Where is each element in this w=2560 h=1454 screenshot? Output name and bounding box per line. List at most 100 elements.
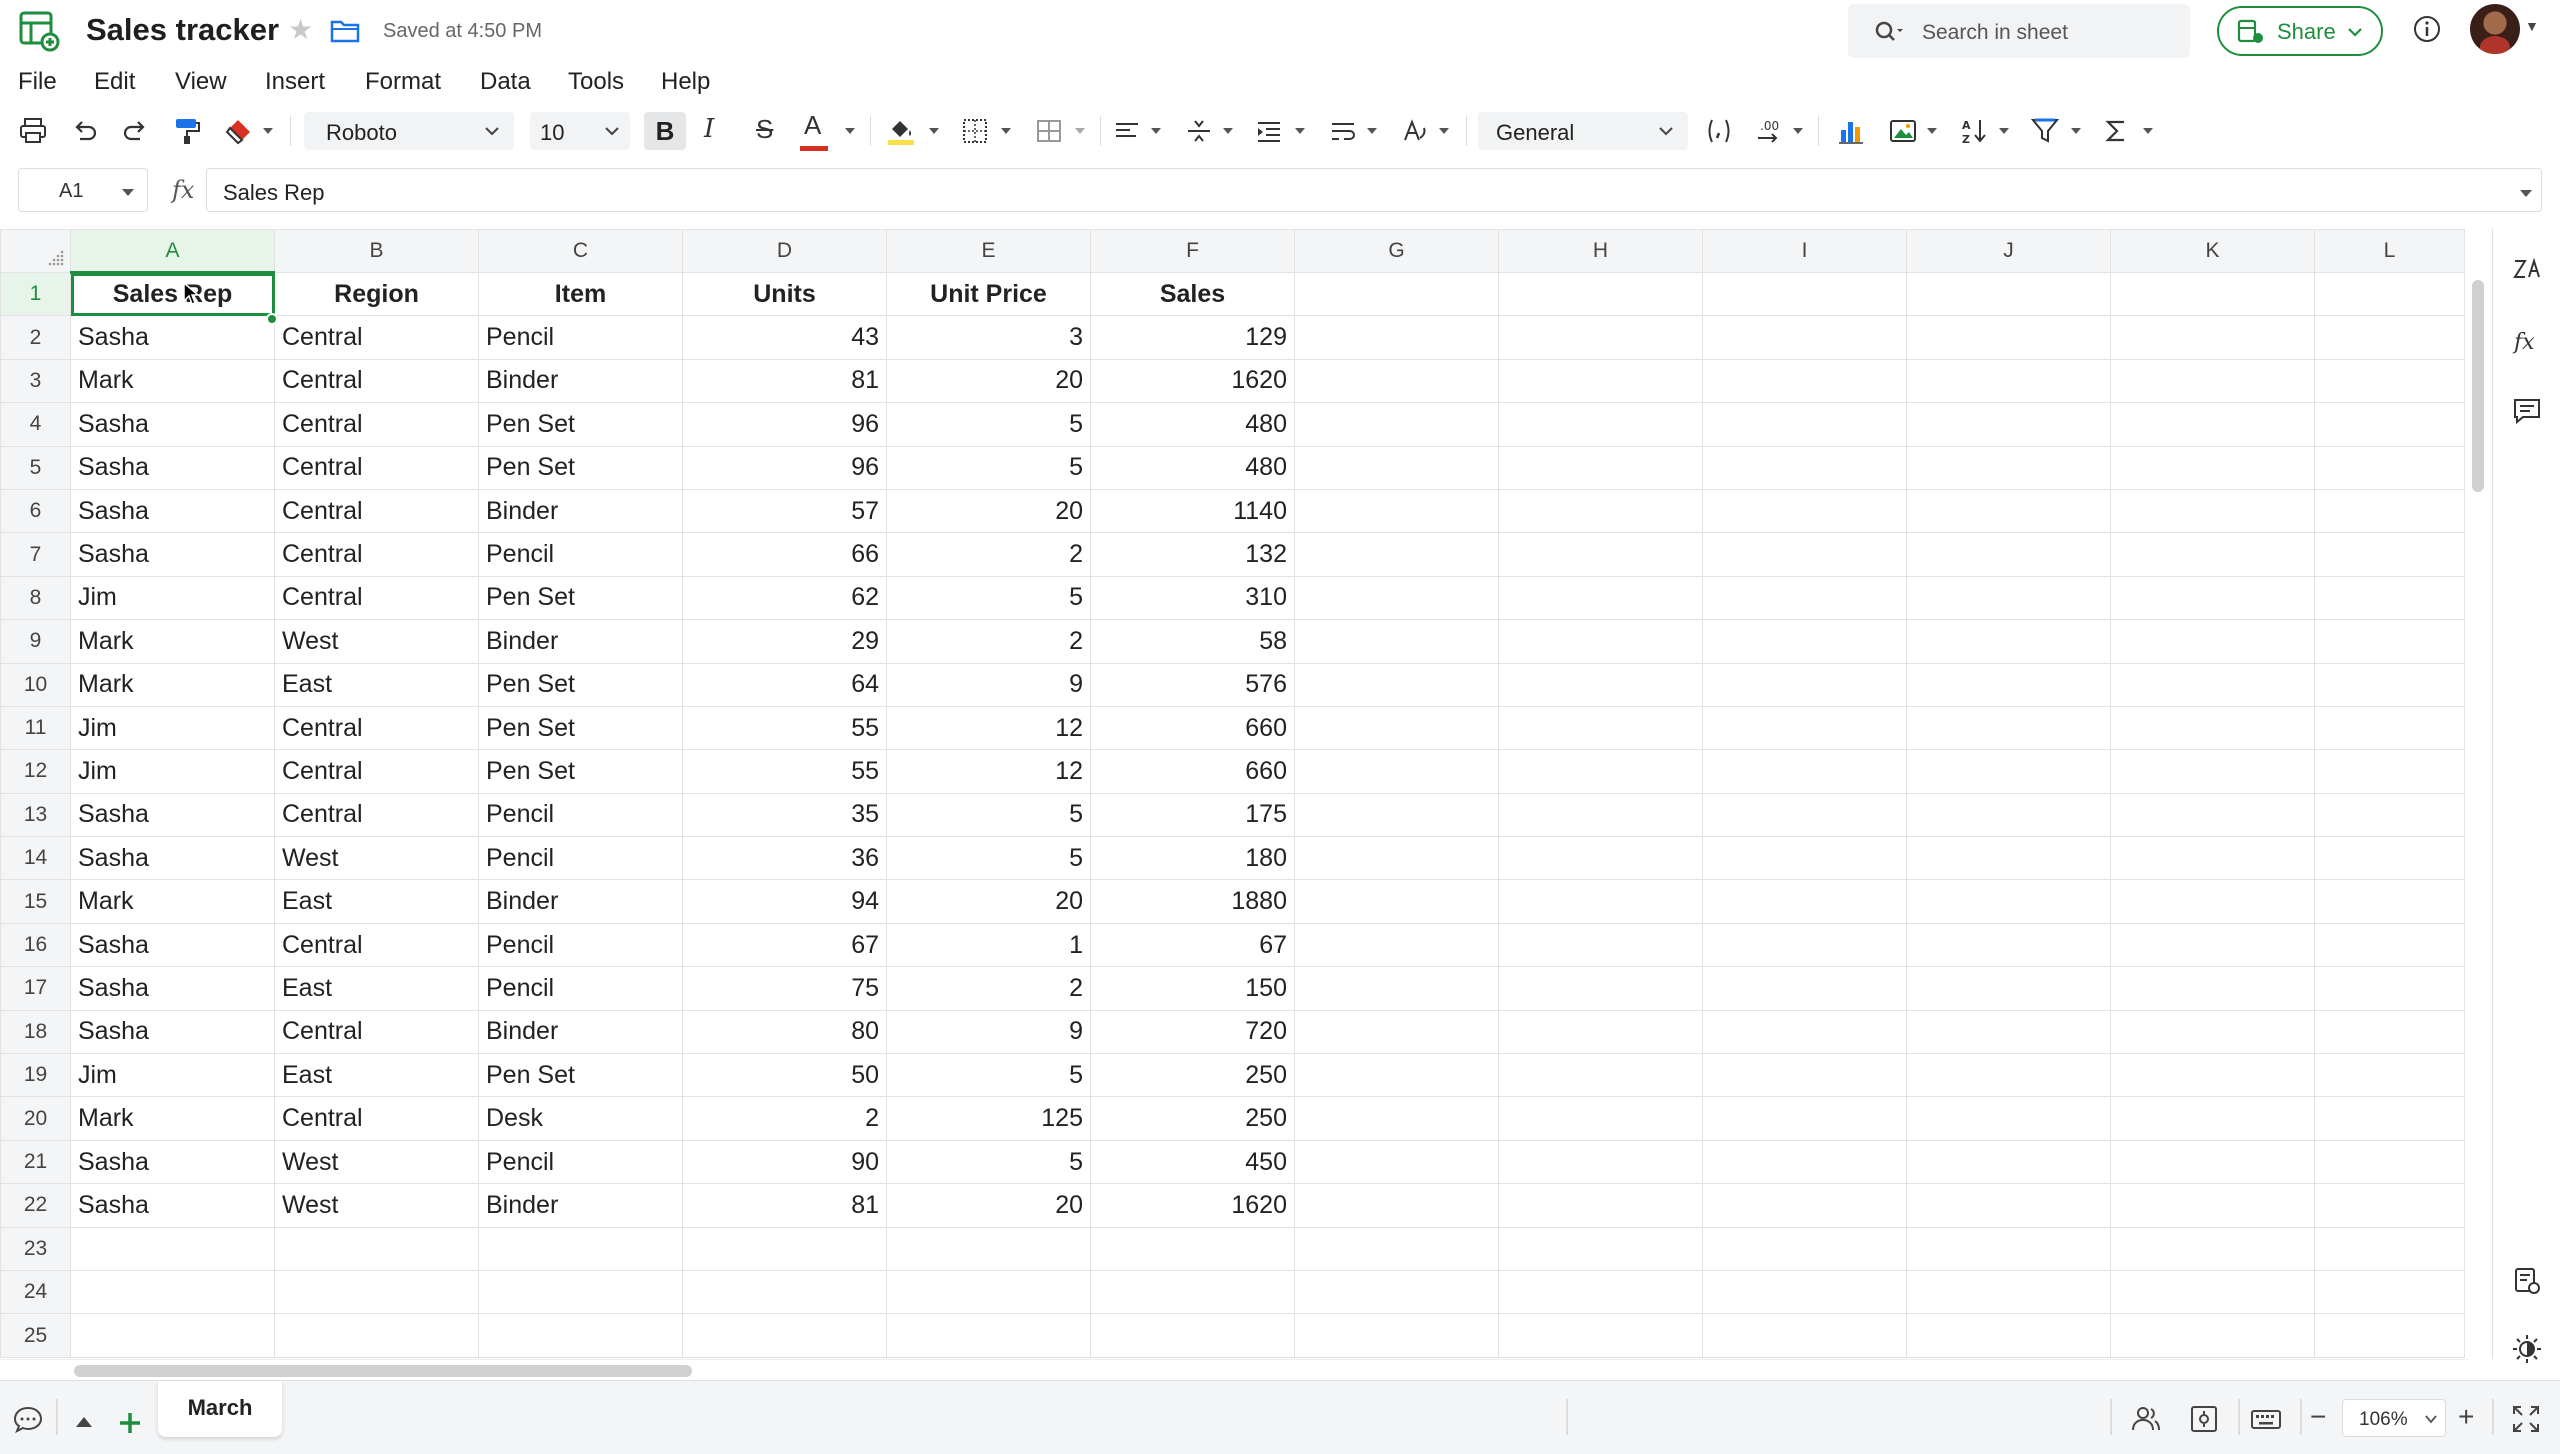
cell[interactable]: Pencil bbox=[478, 315, 683, 360]
star-icon[interactable]: ★ bbox=[288, 16, 313, 44]
share-button[interactable]: Share bbox=[2217, 6, 2383, 56]
cell[interactable]: 67 bbox=[1090, 922, 1295, 968]
cell[interactable]: Sasha bbox=[70, 488, 275, 534]
cell[interactable]: 720 bbox=[1090, 1009, 1295, 1055]
cell[interactable]: 132 bbox=[1090, 532, 1295, 577]
cell[interactable] bbox=[1906, 532, 2111, 577]
row-header[interactable]: 14 bbox=[0, 836, 71, 881]
row-header[interactable]: 1 bbox=[0, 271, 71, 317]
cell[interactable] bbox=[2110, 922, 2315, 968]
cell[interactable] bbox=[2314, 271, 2465, 317]
cell[interactable]: Pencil bbox=[478, 922, 683, 968]
fullscreen-icon[interactable] bbox=[2510, 1403, 2542, 1435]
cell[interactable]: 64 bbox=[682, 662, 887, 707]
undo-icon[interactable] bbox=[70, 116, 100, 146]
cell[interactable] bbox=[1498, 575, 1703, 621]
cell[interactable] bbox=[2110, 1183, 2315, 1228]
column-header-c[interactable]: C bbox=[478, 229, 683, 273]
filter-icon[interactable] bbox=[2030, 116, 2060, 146]
cell[interactable]: 58 bbox=[1090, 619, 1295, 664]
text-color-button[interactable]: A bbox=[804, 110, 821, 141]
cell[interactable] bbox=[1702, 358, 1907, 404]
theme-brightness-icon[interactable] bbox=[2511, 1333, 2543, 1365]
cell[interactable]: 57 bbox=[682, 488, 887, 534]
cell[interactable]: 576 bbox=[1090, 662, 1295, 707]
cell[interactable]: 180 bbox=[1090, 836, 1295, 881]
cell[interactable] bbox=[1294, 1009, 1499, 1055]
cell[interactable]: 36 bbox=[682, 836, 887, 881]
zoom-out-icon[interactable]: − bbox=[2310, 1401, 2326, 1433]
cell[interactable] bbox=[1702, 315, 1907, 360]
cell[interactable]: East bbox=[274, 966, 479, 1011]
cell[interactable] bbox=[1702, 922, 1907, 968]
cell[interactable]: 81 bbox=[682, 1183, 887, 1228]
cell[interactable]: Binder bbox=[478, 358, 683, 404]
cell[interactable]: 5 bbox=[886, 575, 1091, 621]
cell[interactable] bbox=[1702, 1183, 1907, 1228]
wrap-text-icon[interactable] bbox=[1328, 116, 1358, 146]
cell[interactable] bbox=[1906, 1009, 2111, 1055]
cell[interactable] bbox=[1294, 836, 1499, 881]
chat-icon[interactable] bbox=[12, 1403, 44, 1435]
redo-icon[interactable] bbox=[120, 116, 150, 146]
cell[interactable] bbox=[2110, 575, 2315, 621]
info-icon[interactable] bbox=[2412, 14, 2442, 44]
cell[interactable] bbox=[1906, 402, 2111, 447]
merge-cells-icon[interactable] bbox=[1034, 116, 1064, 146]
cell[interactable]: 90 bbox=[682, 1139, 887, 1185]
cell[interactable]: Pen Set bbox=[478, 575, 683, 621]
cell[interactable] bbox=[1702, 271, 1907, 317]
cell[interactable]: 5 bbox=[886, 445, 1091, 490]
formula-input[interactable]: Sales Rep bbox=[206, 168, 2542, 212]
zoom-in-icon[interactable]: + bbox=[2458, 1401, 2474, 1433]
cell[interactable]: 20 bbox=[886, 1183, 1091, 1228]
italic-button[interactable]: I bbox=[704, 114, 714, 144]
row-header[interactable]: 25 bbox=[0, 1313, 71, 1358]
cell[interactable]: Jim bbox=[70, 705, 275, 751]
cell[interactable] bbox=[1906, 315, 2111, 360]
cell[interactable] bbox=[1906, 358, 2111, 404]
cell[interactable] bbox=[1294, 532, 1499, 577]
cell[interactable] bbox=[2110, 662, 2315, 707]
cell[interactable] bbox=[1498, 1139, 1703, 1185]
cell[interactable] bbox=[2110, 1139, 2315, 1185]
row-header[interactable]: 11 bbox=[0, 705, 71, 751]
sort-icon[interactable]: A Z bbox=[1960, 116, 1990, 146]
cell[interactable] bbox=[2314, 836, 2465, 881]
column-header-l[interactable]: L bbox=[2314, 229, 2465, 273]
cell[interactable]: 5 bbox=[886, 1053, 1091, 1098]
cell[interactable]: 480 bbox=[1090, 445, 1295, 490]
cell[interactable]: Jim bbox=[70, 575, 275, 621]
header-cell[interactable]: Unit Price bbox=[886, 271, 1091, 317]
cell[interactable] bbox=[1294, 749, 1499, 794]
cell[interactable] bbox=[2110, 445, 2315, 490]
cell[interactable] bbox=[2314, 922, 2465, 968]
cell[interactable]: Pen Set bbox=[478, 749, 683, 794]
cell[interactable] bbox=[1498, 1096, 1703, 1141]
cell[interactable] bbox=[1906, 922, 2111, 968]
cell[interactable] bbox=[2314, 315, 2465, 360]
cell[interactable]: 55 bbox=[682, 705, 887, 751]
cell[interactable] bbox=[1498, 1009, 1703, 1055]
cell[interactable] bbox=[1906, 1269, 2111, 1315]
row-header[interactable]: 8 bbox=[0, 575, 71, 621]
fill-color-icon[interactable] bbox=[886, 116, 916, 146]
cell[interactable]: 75 bbox=[682, 966, 887, 1011]
cell[interactable]: Binder bbox=[478, 488, 683, 534]
chevron-down-icon[interactable] bbox=[1926, 126, 1938, 136]
cell[interactable] bbox=[1906, 1313, 2111, 1358]
cell[interactable] bbox=[1294, 1139, 1499, 1185]
row-header[interactable]: 4 bbox=[0, 402, 71, 447]
row-header[interactable]: 3 bbox=[0, 358, 71, 404]
cell[interactable] bbox=[2110, 1096, 2315, 1141]
cell[interactable] bbox=[1906, 1183, 2111, 1228]
column-header-f[interactable]: F bbox=[1090, 229, 1295, 273]
cell[interactable] bbox=[1498, 792, 1703, 838]
cell[interactable] bbox=[2110, 836, 2315, 881]
cell[interactable] bbox=[1702, 836, 1907, 881]
cell[interactable]: Central bbox=[274, 488, 479, 534]
cell[interactable] bbox=[2314, 749, 2465, 794]
cell[interactable]: Mark bbox=[70, 1096, 275, 1141]
menu-view[interactable]: View bbox=[175, 68, 227, 96]
cell[interactable] bbox=[2110, 315, 2315, 360]
